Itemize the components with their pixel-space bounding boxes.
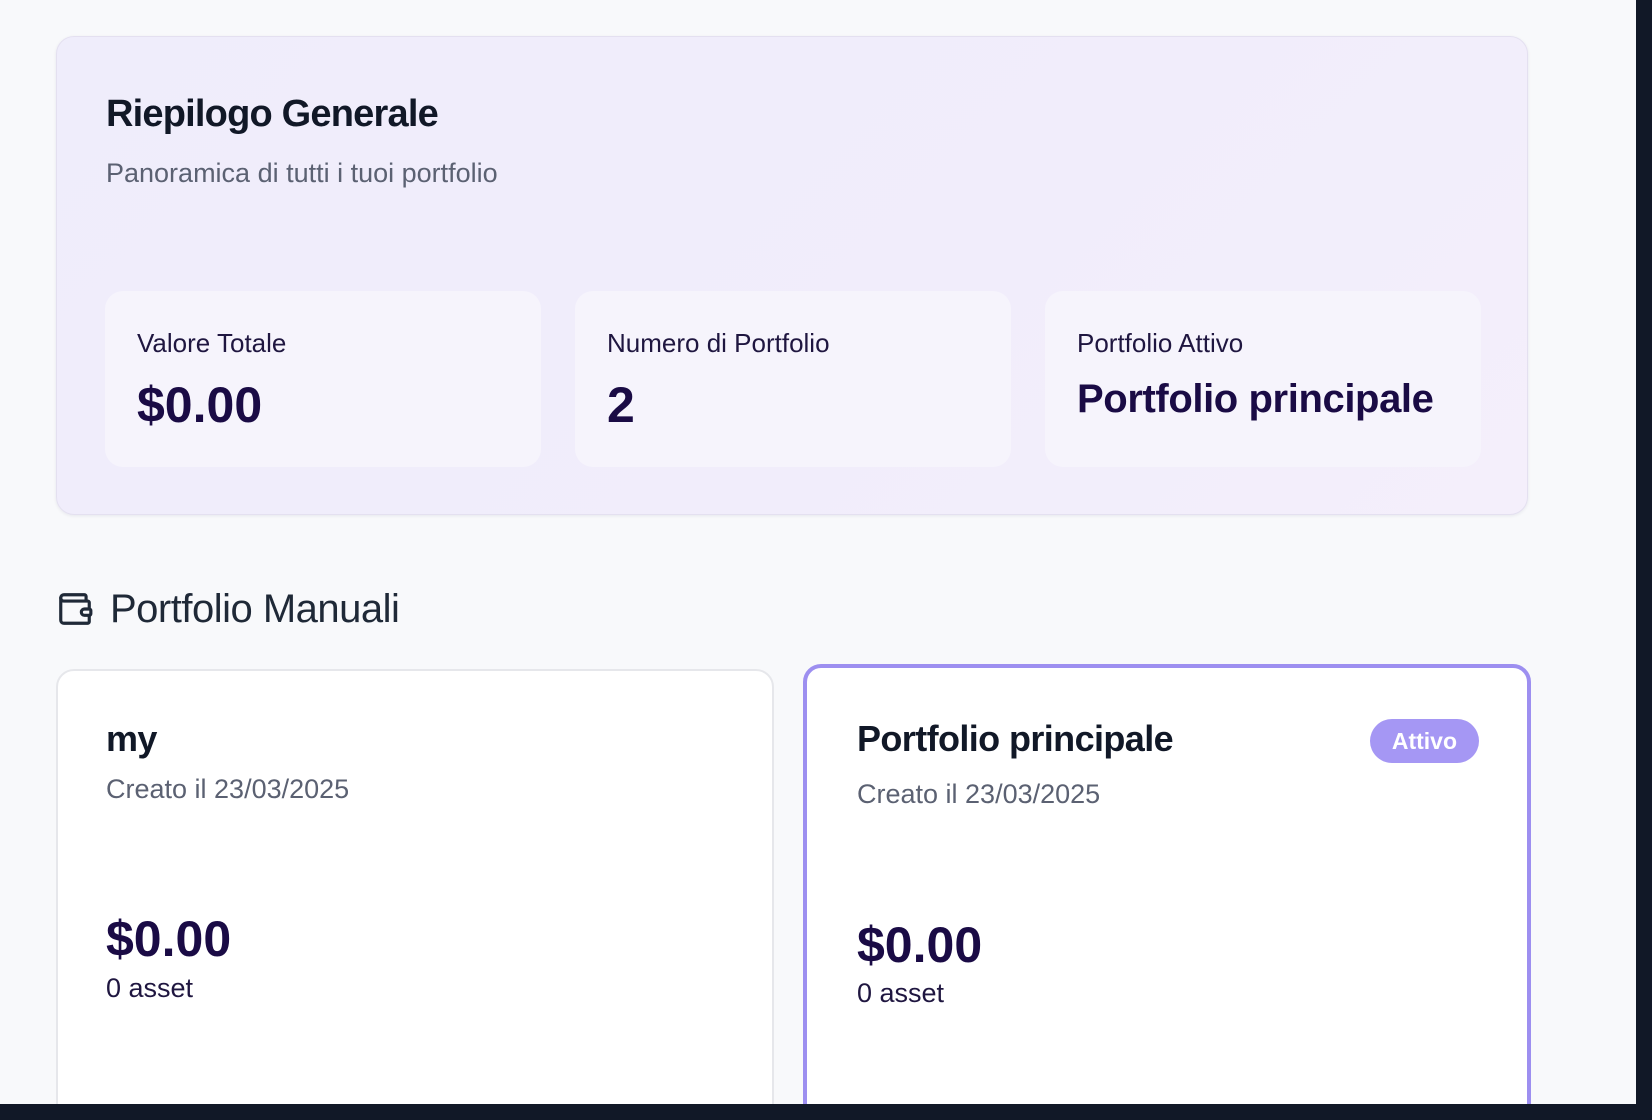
portfolio-card-active[interactable]: Portfolio principale Attivo Creato il 23…: [803, 664, 1531, 1104]
wallet-icon: [59, 593, 93, 625]
portfolio-asset-count: 0 asset: [106, 973, 194, 1003]
portfolio-name: Portfolio principale: [857, 718, 1174, 759]
summary-title: Riepilogo Generale: [106, 93, 439, 135]
section-title: Portfolio Manuali: [110, 586, 400, 631]
stat-active-portfolio: Portfolio Attivo Portfolio principale: [1045, 291, 1481, 467]
portfolio-card[interactable]: my Creato il 23/03/2025 $0.00 0 asset: [56, 669, 774, 1104]
active-badge: Attivo: [1369, 719, 1479, 763]
stat-value: $0.00: [137, 377, 263, 433]
stat-total-value: Valore Totale $0.00: [105, 291, 541, 467]
stat-label: Numero di Portfolio: [607, 328, 830, 358]
portfolio-created-date: Creato il 23/03/2025: [106, 774, 350, 804]
main-content: Riepilogo Generale Panoramica di tutti i…: [0, 0, 1636, 1104]
stat-portfolio-count: Numero di Portfolio 2: [575, 291, 1011, 467]
summary-card: Riepilogo Generale Panoramica di tutti i…: [56, 36, 1528, 515]
stat-value: Portfolio principale: [1077, 377, 1434, 421]
stat-value: 2: [607, 377, 635, 433]
portfolio-name: my: [106, 718, 157, 759]
portfolio-created-date: Creato il 23/03/2025: [857, 779, 1101, 809]
portfolio-asset-count: 0 asset: [857, 978, 945, 1008]
portfolio-value: $0.00: [857, 917, 983, 973]
section-header: Portfolio Manuali: [56, 585, 400, 633]
summary-subtitle: Panoramica di tutti i tuoi portfolio: [106, 158, 498, 188]
stat-label: Valore Totale: [137, 328, 287, 358]
stat-label: Portfolio Attivo: [1077, 328, 1244, 358]
portfolio-value: $0.00: [106, 911, 232, 967]
